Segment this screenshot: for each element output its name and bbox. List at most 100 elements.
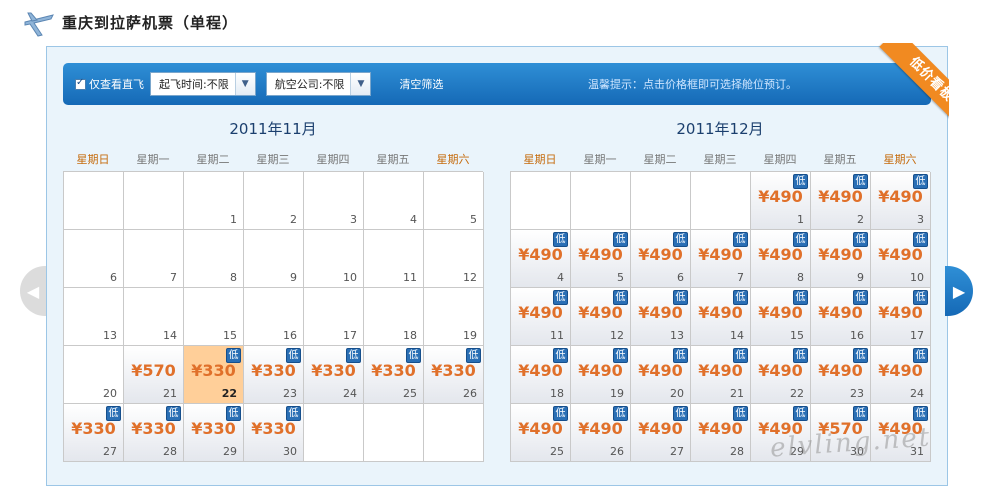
day-cell[interactable]: 低 ¥490 26: [571, 404, 631, 462]
fare-price[interactable]: ¥330: [64, 419, 123, 438]
day-number: 12: [463, 271, 477, 284]
day-cell[interactable]: 低 ¥490 27: [631, 404, 691, 462]
day-cell[interactable]: 低 ¥490 1: [751, 172, 811, 230]
day-cell[interactable]: 低 ¥490 20: [631, 346, 691, 404]
day-cell[interactable]: 低 ¥490 15: [751, 288, 811, 346]
day-cell[interactable]: 低 ¥490 3: [871, 172, 931, 230]
fare-price[interactable]: ¥330: [304, 361, 363, 380]
fare-price[interactable]: ¥490: [871, 361, 930, 380]
chevron-right-icon[interactable]: ▶: [953, 282, 965, 301]
checkbox-checked-icon[interactable]: [75, 77, 86, 90]
day-number: 17: [343, 329, 357, 342]
fare-price[interactable]: ¥330: [184, 419, 243, 438]
fare-price[interactable]: ¥490: [631, 419, 690, 438]
day-cell[interactable]: 低 ¥490 6: [631, 230, 691, 288]
fare-price[interactable]: ¥330: [124, 419, 183, 438]
direct-only-checkbox[interactable]: 仅查看直飞: [75, 76, 144, 92]
fare-price[interactable]: ¥570: [811, 419, 870, 438]
fare-price[interactable]: ¥490: [751, 361, 810, 380]
day-cell[interactable]: 低 ¥490 7: [691, 230, 751, 288]
fare-price[interactable]: ¥330: [184, 361, 243, 380]
chevron-down-icon[interactable]: ▼: [350, 73, 371, 95]
fare-price[interactable]: ¥490: [511, 419, 570, 438]
day-cell[interactable]: 低 ¥490 13: [631, 288, 691, 346]
day-cell[interactable]: 低 ¥490 11: [511, 288, 571, 346]
day-cell[interactable]: 低 ¥330 29: [184, 404, 244, 462]
day-cell[interactable]: 低 ¥490 24: [871, 346, 931, 404]
day-cell[interactable]: 低 ¥490 29: [751, 404, 811, 462]
fare-price[interactable]: ¥490: [751, 303, 810, 322]
fare-price[interactable]: ¥490: [511, 303, 570, 322]
fare-price[interactable]: ¥330: [364, 361, 423, 380]
fare-price[interactable]: ¥490: [691, 303, 750, 322]
day-cell[interactable]: 低 ¥490 12: [571, 288, 631, 346]
day-cell[interactable]: 低 ¥490 31: [871, 404, 931, 462]
day-cell[interactable]: 低 ¥490 5: [571, 230, 631, 288]
prev-month-button[interactable]: ◀: [20, 266, 46, 316]
day-cell[interactable]: 低 ¥330 30: [244, 404, 304, 462]
day-cell[interactable]: 低 ¥330 27: [64, 404, 124, 462]
day-cell[interactable]: 低 ¥490 14: [691, 288, 751, 346]
chevron-down-icon[interactable]: ▼: [234, 73, 255, 95]
fare-price[interactable]: ¥490: [811, 187, 870, 206]
fare-price[interactable]: ¥490: [631, 361, 690, 380]
fare-price[interactable]: ¥490: [571, 419, 630, 438]
fare-price[interactable]: ¥330: [424, 361, 483, 380]
next-month-button[interactable]: ▶: [945, 266, 973, 316]
fare-price[interactable]: ¥490: [691, 361, 750, 380]
day-cell[interactable]: 低 ¥490 19: [571, 346, 631, 404]
day-cell[interactable]: 低 ¥490 16: [811, 288, 871, 346]
fare-price[interactable]: ¥490: [631, 245, 690, 264]
fare-price[interactable]: ¥490: [811, 361, 870, 380]
day-cell[interactable]: 低 ¥330 22: [184, 346, 244, 404]
departure-time-select[interactable]: 起飞时间:不限 ▼: [150, 72, 256, 96]
fare-price[interactable]: ¥490: [631, 303, 690, 322]
day-cell[interactable]: 低 ¥490 8: [751, 230, 811, 288]
day-cell[interactable]: 低 ¥490 9: [811, 230, 871, 288]
day-cell[interactable]: 低 ¥490 2: [811, 172, 871, 230]
day-cell[interactable]: 低 ¥490 23: [811, 346, 871, 404]
day-cell[interactable]: 低 ¥490 17: [871, 288, 931, 346]
day-cell[interactable]: 低 ¥490 22: [751, 346, 811, 404]
fare-price[interactable]: ¥490: [511, 245, 570, 264]
day-cell[interactable]: 低 ¥490 4: [511, 230, 571, 288]
fare-price[interactable]: ¥490: [691, 245, 750, 264]
day-cell[interactable]: 低 ¥330 24: [304, 346, 364, 404]
chevron-left-icon[interactable]: ◀: [27, 282, 39, 301]
fare-price[interactable]: ¥490: [871, 187, 930, 206]
fare-price[interactable]: ¥490: [751, 245, 810, 264]
day-cell[interactable]: 低 ¥490 25: [511, 404, 571, 462]
fare-price[interactable]: ¥490: [751, 187, 810, 206]
day-cell[interactable]: 低 ¥490 18: [511, 346, 571, 404]
fare-price[interactable]: ¥490: [811, 303, 870, 322]
day-cell[interactable]: 低 ¥330 25: [364, 346, 424, 404]
fare-price[interactable]: ¥490: [571, 303, 630, 322]
day-number: 17: [910, 329, 924, 342]
day-cell[interactable]: ¥570 21: [124, 346, 184, 404]
day-cell[interactable]: 低 ¥570 30: [811, 404, 871, 462]
airline-select[interactable]: 航空公司:不限 ▼: [265, 72, 372, 96]
low-price-board-ribbon[interactable]: 低价看板: [865, 43, 949, 127]
day-cell[interactable]: 低 ¥490 28: [691, 404, 751, 462]
fare-price[interactable]: ¥490: [571, 361, 630, 380]
fare-price[interactable]: ¥490: [871, 303, 930, 322]
day-cell[interactable]: 低 ¥330 26: [424, 346, 484, 404]
day-cell[interactable]: 低 ¥490 21: [691, 346, 751, 404]
day-cell[interactable]: 低 ¥330 23: [244, 346, 304, 404]
fare-price[interactable]: ¥490: [571, 245, 630, 264]
fare-price[interactable]: ¥490: [511, 361, 570, 380]
fare-price[interactable]: ¥330: [244, 361, 303, 380]
day-number: 18: [550, 387, 564, 400]
fare-price[interactable]: ¥570: [124, 361, 183, 380]
ribbon-label[interactable]: 低价看板: [879, 43, 949, 127]
clear-filters-link[interactable]: 清空筛选: [399, 76, 443, 92]
fare-price[interactable]: ¥490: [751, 419, 810, 438]
fare-price[interactable]: ¥330: [244, 419, 303, 438]
day-cell[interactable]: 低 ¥330 28: [124, 404, 184, 462]
fare-price[interactable]: ¥490: [871, 419, 930, 438]
day-number: 20: [670, 387, 684, 400]
fare-price[interactable]: ¥490: [691, 419, 750, 438]
day-cell[interactable]: 低 ¥490 10: [871, 230, 931, 288]
fare-price[interactable]: ¥490: [871, 245, 930, 264]
fare-price[interactable]: ¥490: [811, 245, 870, 264]
